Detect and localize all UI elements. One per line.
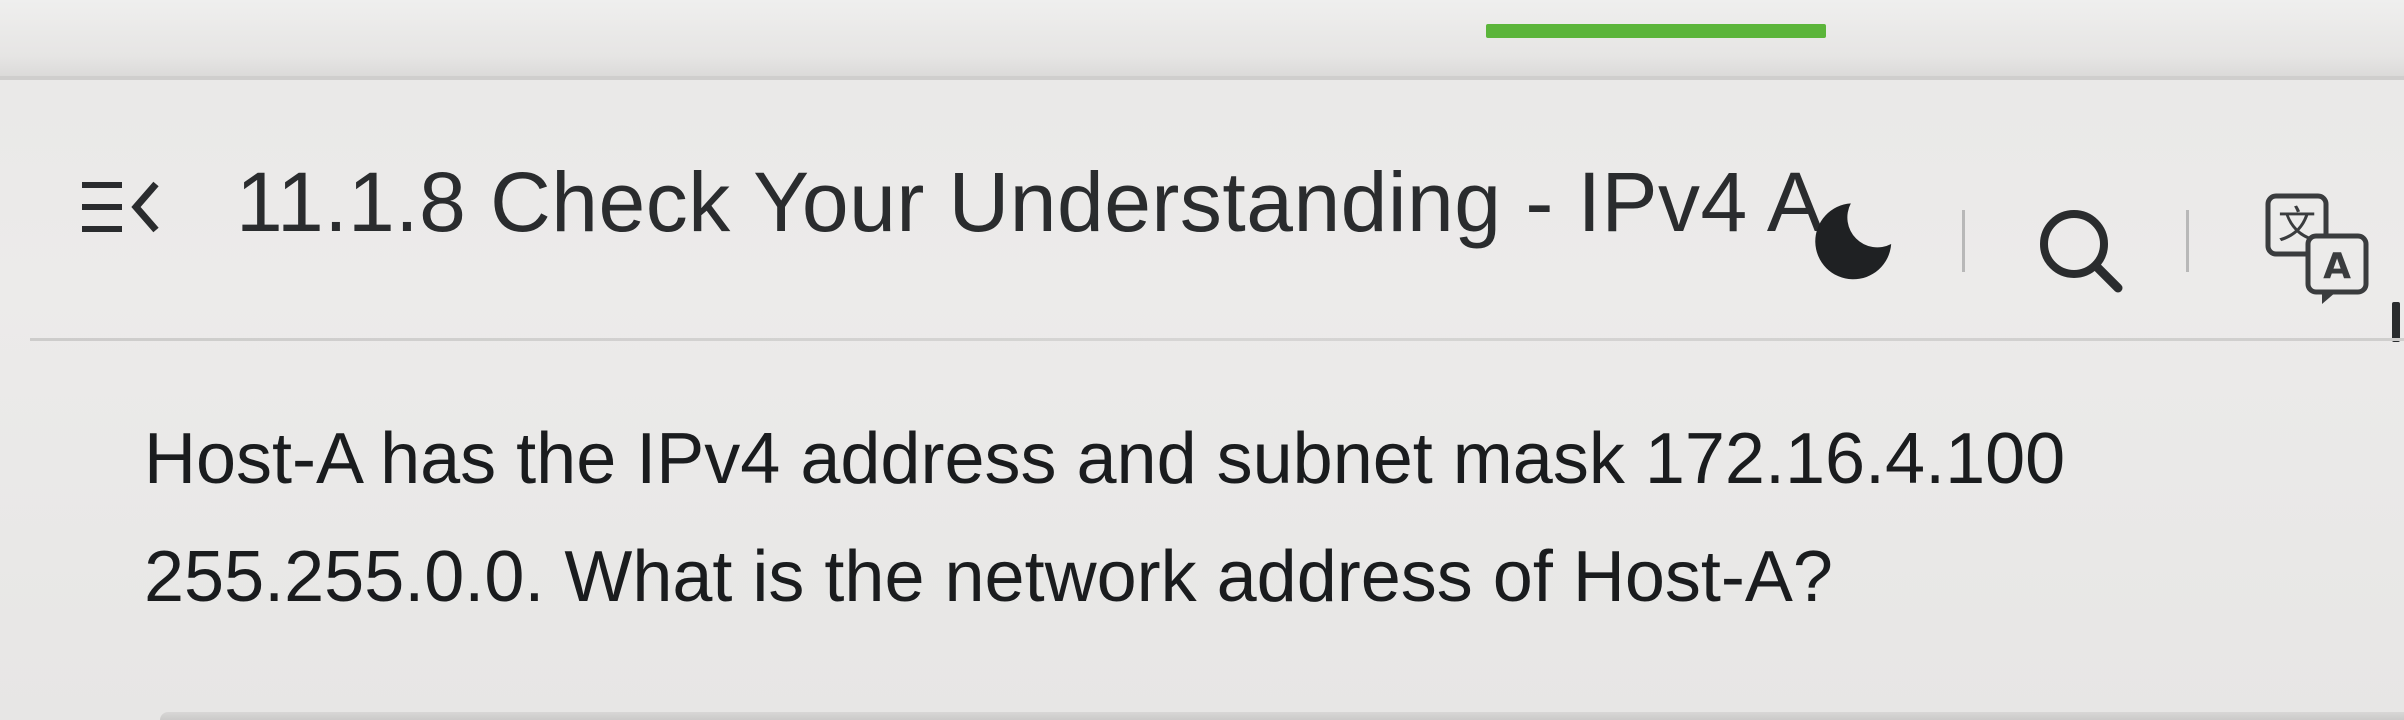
module-header: 11.1.8 Check Your Understanding - IPv4 A…	[0, 92, 2404, 342]
question-line-1: Host-A has the IPv4 address and subnet m…	[144, 419, 2066, 499]
screen: 11.1.8 Check Your Understanding - IPv4 A…	[0, 0, 2404, 720]
question-text: Host-A has the IPv4 address and subnet m…	[144, 400, 2344, 636]
header-divider	[1962, 210, 1965, 272]
header-divider-line	[30, 338, 2404, 341]
header-divider	[2186, 210, 2189, 272]
language-button[interactable]: 文 A	[2260, 188, 2380, 308]
progress-indicator	[1486, 24, 1826, 38]
menu-collapse-button[interactable]	[78, 174, 198, 244]
top-strip-border	[0, 76, 2404, 80]
moon-icon	[1815, 203, 1892, 280]
menu-collapse-icon	[82, 181, 159, 233]
question-line-2: 255.255.0.0. What is the network address…	[144, 537, 1833, 617]
overflow-edge-mark	[2392, 302, 2400, 342]
search-button[interactable]	[2026, 200, 2136, 300]
translate-icon: 文 A	[2265, 193, 2369, 304]
top-strip	[0, 0, 2404, 80]
search-icon	[2040, 210, 2123, 293]
page-title: 11.1.8 Check Your Understanding - IPv4 A	[236, 155, 1824, 249]
theme-toggle-button[interactable]	[1800, 192, 1900, 292]
translate-glyph-latin: A	[2323, 246, 2351, 287]
answer-panel-edge	[160, 712, 2404, 720]
